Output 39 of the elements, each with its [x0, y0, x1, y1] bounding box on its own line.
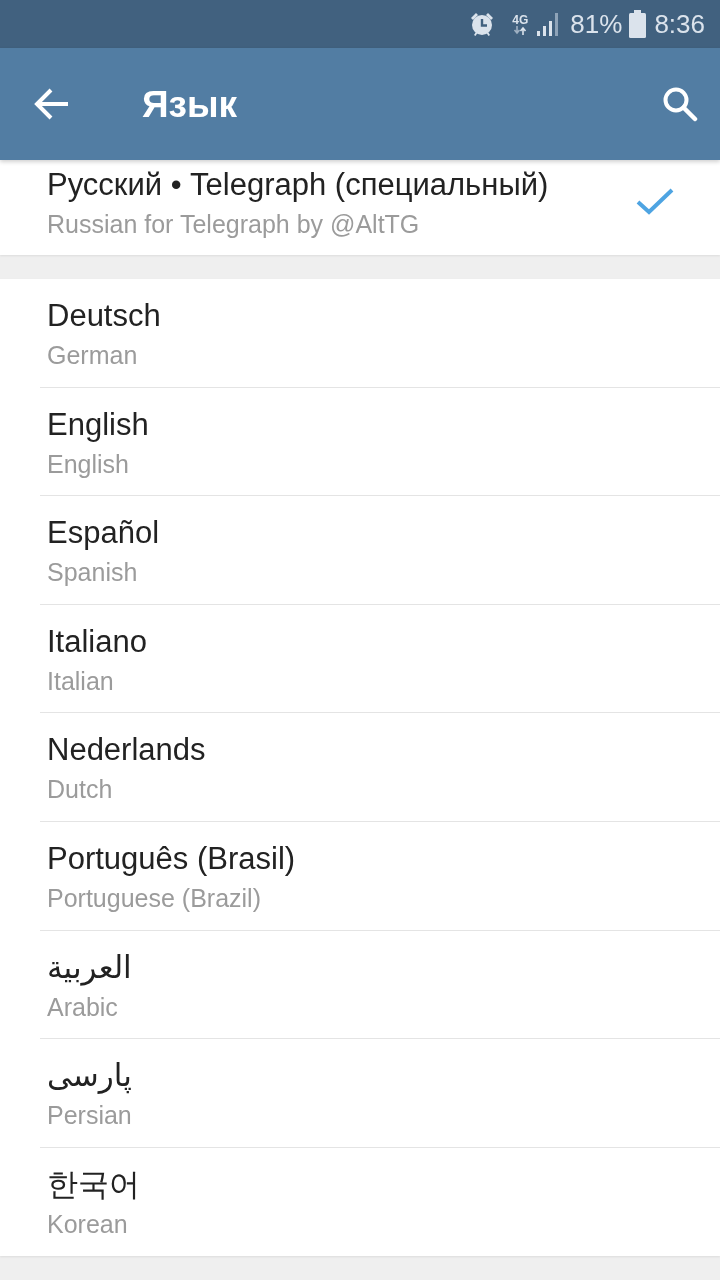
- language-description: Arabic: [47, 991, 118, 1023]
- language-item[interactable]: Deutsch German: [0, 279, 720, 388]
- battery-icon: [629, 10, 647, 38]
- language-description: Persian: [47, 1100, 132, 1132]
- language-name: Nederlands: [47, 732, 206, 769]
- language-item[interactable]: Português (Brasil) Portuguese (Brazil): [0, 821, 720, 931]
- search-button[interactable]: [662, 86, 698, 122]
- battery-percent: 81%: [570, 11, 623, 37]
- language-name: Português (Brasil): [47, 840, 296, 877]
- language-name: پارسی: [47, 1058, 132, 1095]
- checkmark-icon: [636, 187, 674, 215]
- language-description: German: [47, 340, 138, 371]
- language-description: Korean: [47, 1208, 128, 1240]
- language-description: Russian for Telegraph by @AltTG: [47, 209, 420, 240]
- language-item[interactable]: 한국어 Korean: [0, 1147, 720, 1257]
- language-item[interactable]: English English: [0, 387, 720, 497]
- language-name: Italiano: [47, 623, 147, 660]
- data-arrows-icon: [513, 25, 528, 35]
- language-item[interactable]: Русский • Telegraph (специальный) Russian for Telegraph by @AltTG: [0, 160, 720, 255]
- language-description: Italian: [47, 665, 114, 697]
- language-name: Español: [47, 515, 160, 552]
- language-name: 한국어: [47, 1166, 140, 1203]
- language-name: العربية: [47, 949, 132, 986]
- language-item[interactable]: Italiano Italian: [0, 604, 720, 714]
- language-name: English: [47, 406, 149, 443]
- back-button[interactable]: [34, 88, 70, 120]
- language-description: Dutch: [47, 774, 113, 806]
- language-name: Русский • Telegraph (специальный): [47, 167, 549, 203]
- language-description: English: [47, 448, 129, 480]
- language-description: Portuguese (Brazil): [47, 882, 261, 914]
- screen-title: Язык: [142, 85, 238, 123]
- language-description: Spanish: [47, 557, 138, 589]
- language-item[interactable]: Nederlands Dutch: [0, 713, 720, 822]
- clock-time: 8:36: [654, 11, 705, 37]
- language-item[interactable]: Español Spanish: [0, 496, 720, 605]
- search-icon: [662, 86, 698, 122]
- language-name: Deutsch: [47, 298, 161, 334]
- back-arrow-icon: [34, 88, 70, 120]
- network-type: 4G: [512, 13, 529, 26]
